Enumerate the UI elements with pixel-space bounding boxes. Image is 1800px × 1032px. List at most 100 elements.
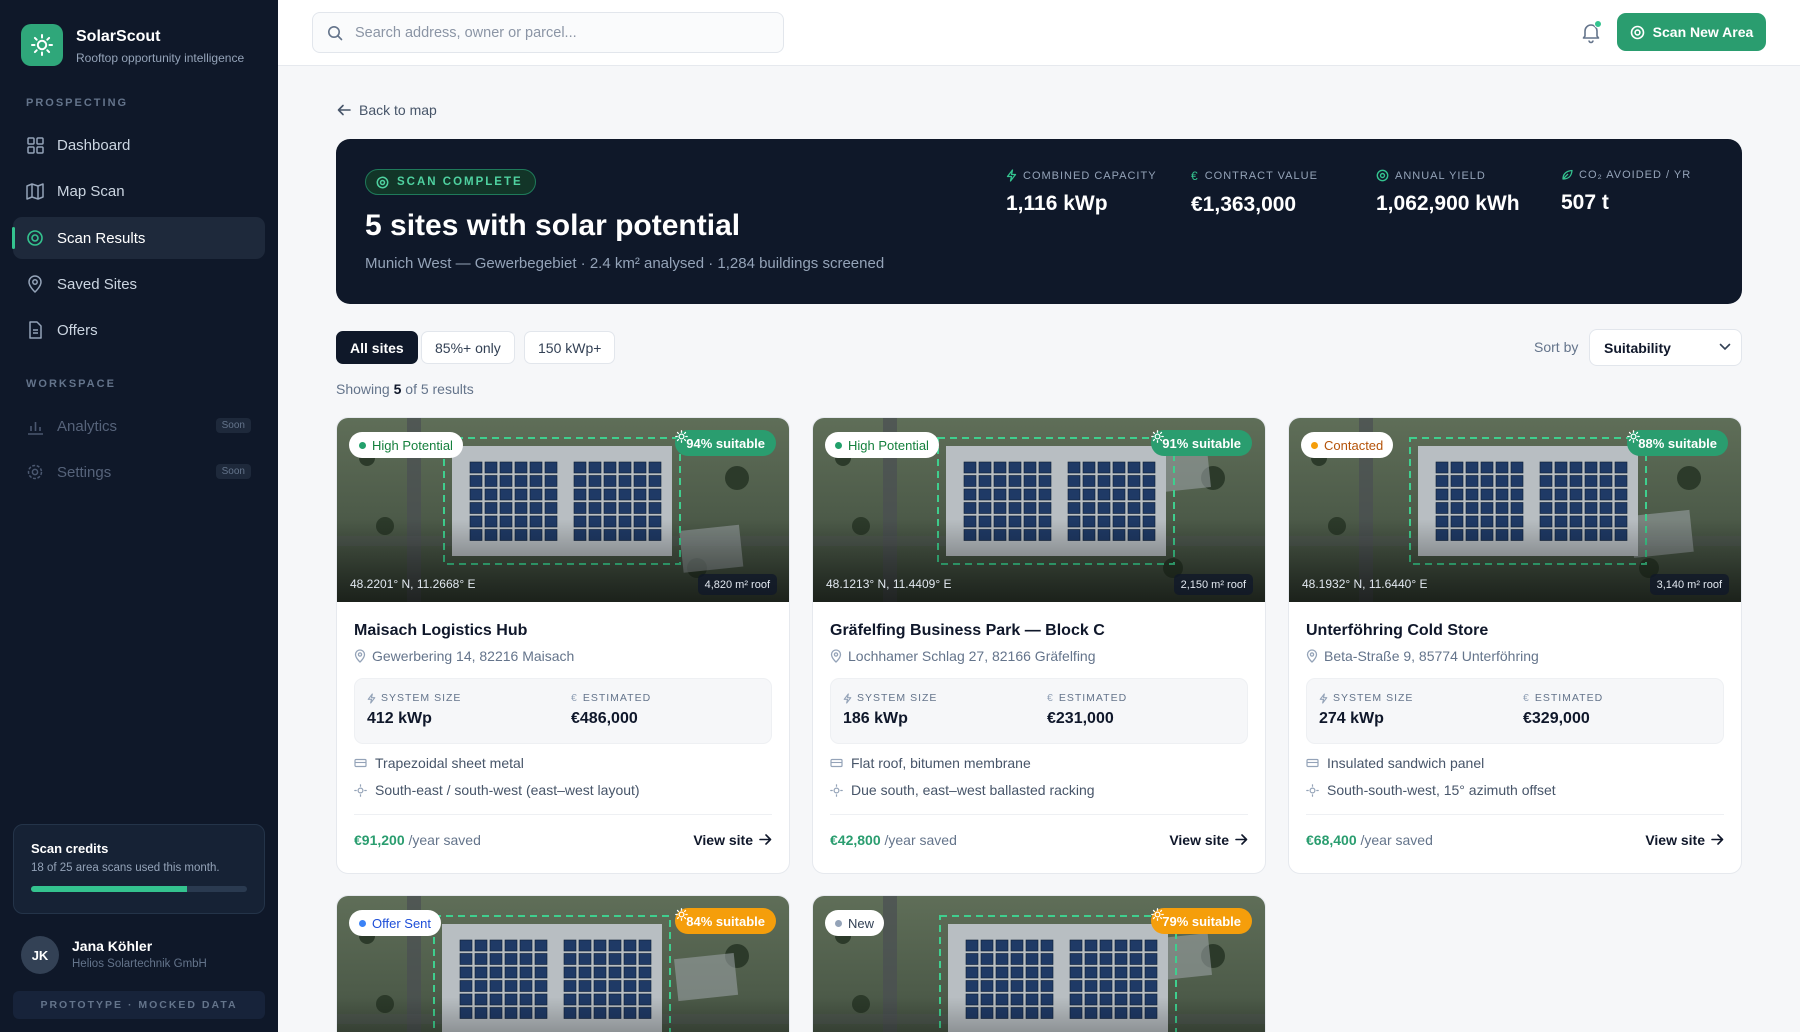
orientation: Due south, east–west ballasted racking	[830, 782, 1248, 798]
roof-icon	[354, 758, 367, 768]
arrow-right-icon	[759, 834, 772, 845]
logo[interactable]	[21, 24, 63, 66]
view-site-label: View site	[1169, 831, 1229, 848]
savings-value: €68,400	[1306, 831, 1357, 848]
metric-system-size: SYSTEM SIZE 412 kWp	[367, 692, 461, 728]
card-footer: €42,800 /year saved View site	[830, 814, 1248, 864]
site-aerial: New 79% suitable	[813, 896, 1265, 1032]
filter-85-plus[interactable]: 85%+ only	[421, 331, 515, 364]
sidebar-item-dashboard[interactable]: Dashboard	[13, 124, 265, 166]
orientation-text: South-east / south-west (east–west layou…	[375, 782, 640, 798]
bolt-icon	[1319, 692, 1328, 704]
card-footer: €68,400 /year saved View site	[1306, 814, 1724, 864]
view-site-button[interactable]: View site	[1645, 832, 1724, 848]
credits-subtitle: 18 of 25 area scans used this month.	[31, 862, 220, 874]
section-label-workspace: WORKSPACE	[26, 378, 116, 390]
sidebar-item-settings[interactable]: Settings Soon	[13, 451, 265, 493]
roof-area-badge: 3,140 m² roof	[1649, 574, 1729, 595]
sun-icon	[830, 783, 843, 797]
site-address: Gewerbering 14, 82216 Maisach	[354, 648, 772, 664]
suitability-label: 88% suitable	[1638, 435, 1717, 451]
sun-target-icon	[1376, 169, 1389, 182]
search-box[interactable]	[312, 12, 784, 53]
stat-label: ANNUAL YIELD	[1395, 169, 1486, 182]
user-name: Jana Köhler	[72, 938, 153, 954]
metric-label: SYSTEM SIZE	[381, 692, 462, 704]
sort-select[interactable]: Suitability	[1589, 329, 1742, 366]
metric-label: ESTIMATED	[582, 692, 652, 704]
arrow-right-icon	[1235, 834, 1248, 845]
grid-icon	[26, 136, 44, 154]
suitability-badge: 88% suitable	[1627, 430, 1728, 456]
notification-dot	[1594, 20, 1602, 28]
site-aerial: High Potential 94% suitable 48.2201° N, 1…	[337, 418, 789, 602]
target-icon	[1630, 25, 1644, 39]
avatar[interactable]: JK	[21, 936, 59, 974]
site-card[interactable]: Offer Sent 84% suitable	[336, 895, 790, 1032]
filter-150-kwp-plus[interactable]: 150 kWp+	[524, 331, 616, 364]
brand-name: SolarScout	[76, 28, 161, 45]
metric-value: €329,000	[1523, 710, 1590, 727]
prototype-banner: PROTOTYPE · MOCKED DATA	[13, 991, 265, 1019]
metric-label: ESTIMATED	[1058, 692, 1128, 704]
site-coordinates: 48.1213° N, 11.4409° E	[826, 577, 952, 591]
orientation: South-south-west, 15° azimuth offset	[1306, 782, 1724, 798]
site-card[interactable]: Contacted 88% suitable 48.1932° N, 11.644…	[1288, 417, 1742, 874]
soon-badge: Soon	[215, 418, 251, 433]
stat-contract-value: € CONTRACT VALUE €1,363,000	[1191, 169, 1318, 217]
site-aerial: High Potential 91% suitable 48.1213° N, 1…	[813, 418, 1265, 602]
scan-complete-pill: SCAN COMPLETE	[365, 169, 536, 195]
metric-estimated: € ESTIMATED €231,000	[1047, 692, 1127, 728]
site-name: Gräfelfing Business Park — Block C	[830, 622, 1105, 639]
status-label: High Potential	[372, 437, 453, 453]
document-icon	[26, 321, 44, 339]
site-metrics: SYSTEM SIZE 412 kWp € ESTIMATED €486,000	[354, 678, 772, 744]
search-input[interactable]	[355, 24, 755, 41]
bolt-icon	[843, 692, 852, 704]
stat-label: CO₂ AVOIDED / YR	[1579, 169, 1692, 181]
stat-value: 507 t	[1561, 191, 1609, 214]
sidebar-item-analytics[interactable]: Analytics Soon	[13, 405, 265, 447]
suitability-label: 84% suitable	[686, 913, 765, 929]
stat-label: CONTRACT VALUE	[1204, 170, 1318, 182]
site-card[interactable]: New 79% suitable	[812, 895, 1266, 1032]
status-dot	[359, 441, 366, 449]
roof-area-badge: 2,150 m² roof	[1173, 574, 1253, 595]
back-to-map-link[interactable]: Back to map	[337, 102, 437, 118]
roof-type-text: Trapezoidal sheet metal	[375, 755, 524, 771]
sidebar-item-saved-sites[interactable]: Saved Sites	[13, 263, 265, 305]
address-text: Beta-Straße 9, 85774 Unterföhring	[1324, 648, 1539, 664]
scan-credits-panel: Scan credits 18 of 25 area scans used th…	[13, 824, 265, 914]
section-label-prospecting: PROSPECTING	[26, 97, 129, 109]
annual-savings: €91,200 /year saved	[354, 832, 481, 848]
sort-value: Suitability	[1604, 339, 1671, 356]
suitability-badge: 84% suitable	[675, 908, 776, 934]
view-site-button[interactable]: View site	[1169, 832, 1248, 848]
sun-icon	[1151, 430, 1165, 443]
bar-chart-icon	[26, 417, 44, 435]
suitability-badge: 94% suitable	[675, 430, 776, 456]
sidebar-item-label: Saved Sites	[57, 275, 138, 293]
view-site-button[interactable]: View site	[693, 832, 772, 848]
sidebar-item-offers[interactable]: Offers	[13, 309, 265, 351]
pin-icon	[1306, 649, 1318, 663]
annual-savings: €68,400 /year saved	[1306, 832, 1433, 848]
filter-all-sites[interactable]: All sites	[336, 331, 418, 364]
site-card[interactable]: High Potential 91% suitable 48.1213° N, 1…	[812, 417, 1266, 874]
sidebar-item-label: Analytics	[57, 417, 118, 435]
euro-icon: €	[1047, 692, 1054, 704]
sun-icon	[675, 908, 689, 921]
metric-estimated: € ESTIMATED €329,000	[1523, 692, 1603, 728]
status-badge: High Potential	[349, 432, 463, 458]
sun-icon	[1151, 908, 1165, 921]
savings-suffix: /year saved	[1360, 831, 1433, 848]
sidebar-item-map-scan[interactable]: Map Scan	[13, 170, 265, 212]
metric-estimated: € ESTIMATED €486,000	[571, 692, 651, 728]
orientation: South-east / south-west (east–west layou…	[354, 782, 772, 798]
metric-value: €231,000	[1047, 710, 1114, 727]
annual-savings: €42,800 /year saved	[830, 832, 957, 848]
scan-new-area-button[interactable]: Scan New Area	[1617, 13, 1766, 51]
sidebar-item-scan-results[interactable]: Scan Results	[12, 217, 265, 259]
roof-area-badge: 4,820 m² roof	[697, 574, 777, 595]
site-card[interactable]: High Potential 94% suitable 48.2201° N, 1…	[336, 417, 790, 874]
